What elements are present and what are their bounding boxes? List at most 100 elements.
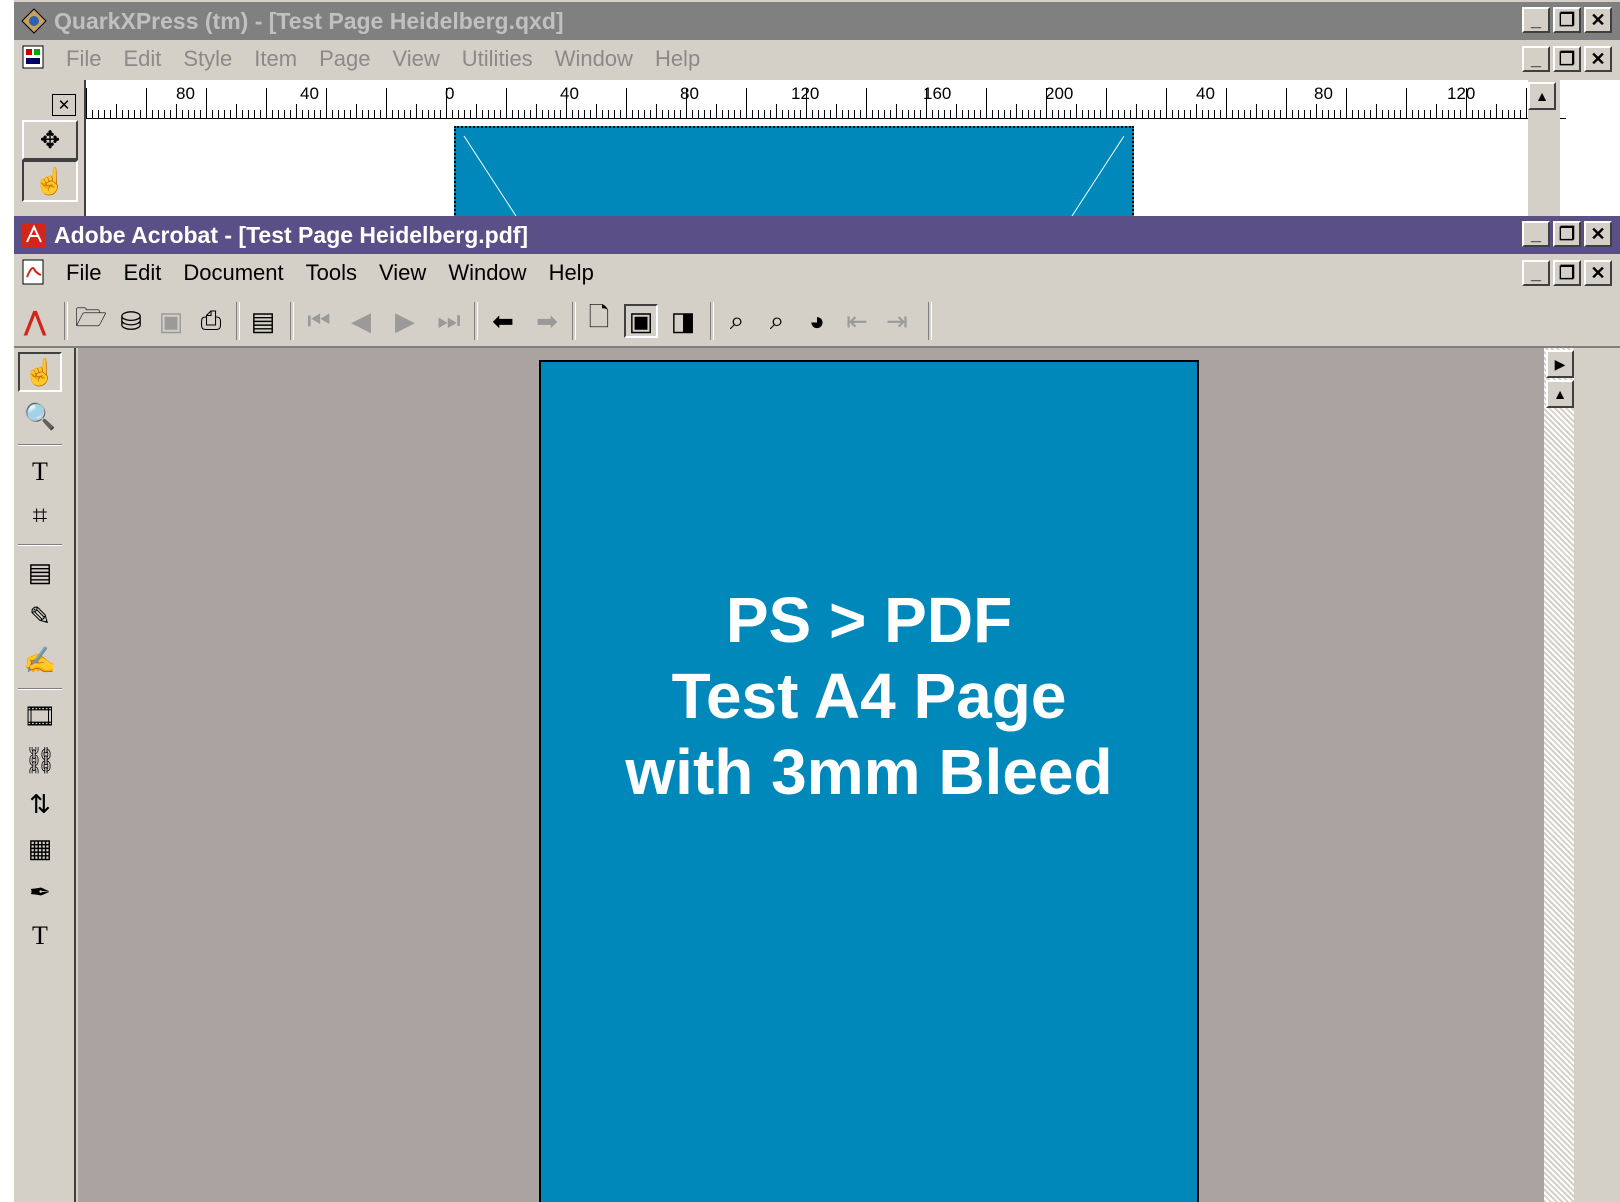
quark-app-icon[interactable] xyxy=(20,7,48,35)
quark-menu-file[interactable]: File xyxy=(66,46,101,72)
note-tool-icon[interactable]: ▤ xyxy=(18,552,62,592)
previous-highlight-icon[interactable]: ⇤ xyxy=(840,304,874,338)
acrobat-minimize-button[interactable]: _ xyxy=(1522,221,1550,247)
next-highlight-icon[interactable]: ⇥ xyxy=(880,304,914,338)
ruler-tick xyxy=(1292,110,1293,118)
doc-restore-button[interactable]: ❐ xyxy=(1553,46,1581,72)
acrobat-menu-window[interactable]: Window xyxy=(448,260,526,286)
ruler-tick xyxy=(374,110,375,118)
quark-scrollbar[interactable]: ▲ xyxy=(1528,80,1560,216)
ruler-tick xyxy=(1478,110,1479,118)
fit-width-icon[interactable]: ◨ xyxy=(666,304,700,338)
find-icon[interactable]: ⌕ xyxy=(720,304,754,338)
digital-signature-tool-icon[interactable]: ✒ xyxy=(18,872,62,912)
ruler-tick xyxy=(710,110,711,118)
zoom-tool-icon[interactable]: 🔍 xyxy=(18,396,62,436)
quark-menu-edit[interactable]: Edit xyxy=(123,46,161,72)
acrobat-menu-document[interactable]: Document xyxy=(183,260,283,286)
previous-page-icon[interactable]: ◀ xyxy=(344,304,378,338)
acrobat-app-icon[interactable] xyxy=(20,221,48,249)
doc-close-button[interactable]: ✕ xyxy=(1584,46,1612,72)
ruler-tick xyxy=(338,110,339,118)
toolbar-separator xyxy=(290,302,294,340)
acrobat-tool-palette: ☝ 🔍 T ⌗ ▤ ✎ ✍ 🎞 ⛓ ⇅ ▦ ✒ T xyxy=(14,348,76,1202)
link-tool-icon[interactable]: ⛓ xyxy=(18,740,62,780)
acrobat-doc-icon[interactable] xyxy=(22,259,50,287)
ruler-tick xyxy=(638,110,639,118)
acrobat-doc-minimize-button[interactable]: _ xyxy=(1522,260,1550,286)
acrobat-doc-restore-button[interactable]: ❐ xyxy=(1553,260,1581,286)
ruler-tick xyxy=(1190,110,1191,118)
quark-doc-icon[interactable] xyxy=(22,45,50,73)
item-tool-icon[interactable]: ✥ xyxy=(22,120,78,160)
ruler-tick xyxy=(128,110,129,118)
split-pane-arrow-icon[interactable]: ▶ xyxy=(1546,350,1574,378)
quark-title-bar[interactable]: QuarkXPress (tm) - [Test Page Heidelberg… xyxy=(14,2,1620,40)
acrobat-menu-view[interactable]: View xyxy=(379,260,426,286)
acrobat-window-controls: _ ❐ ✕ xyxy=(1522,221,1612,247)
movie-tool-icon[interactable]: 🎞 xyxy=(18,696,62,736)
article-tool-icon[interactable]: ⇅ xyxy=(18,784,62,824)
palette-close-icon[interactable]: ✕ xyxy=(52,94,76,116)
acrobat-close-button[interactable]: ✕ xyxy=(1584,221,1612,247)
quark-menu-help[interactable]: Help xyxy=(655,46,700,72)
ruler-tick xyxy=(188,110,189,118)
ruler-tick xyxy=(1196,104,1197,118)
ruler-tick xyxy=(740,110,741,118)
open-web-icon[interactable]: ⛁ xyxy=(114,304,148,338)
print-icon[interactable]: ⎙ xyxy=(194,304,228,338)
close-button[interactable]: ✕ xyxy=(1584,7,1612,33)
open-icon[interactable]: 🗁 xyxy=(74,302,108,338)
minimize-button[interactable]: _ xyxy=(1522,7,1550,33)
ruler-tick xyxy=(782,110,783,118)
form-tool-icon[interactable]: ▦ xyxy=(18,828,62,868)
ruler-tick xyxy=(896,104,897,118)
acrobat-logo-icon[interactable]: ⋀ xyxy=(18,304,52,338)
ruler-tick xyxy=(458,110,459,118)
acrobat-menu-help[interactable]: Help xyxy=(549,260,594,286)
acrobat-title-bar[interactable]: Adobe Acrobat - [Test Page Heidelberg.pd… xyxy=(14,216,1620,254)
acrobat-doc-close-button[interactable]: ✕ xyxy=(1584,260,1612,286)
restore-button[interactable]: ❐ xyxy=(1553,7,1581,33)
acrobat-restore-button[interactable]: ❐ xyxy=(1553,221,1581,247)
acrobat-vertical-scrollbar[interactable] xyxy=(1544,348,1574,1202)
quark-menu-window[interactable]: Window xyxy=(555,46,633,72)
pencil-tool-icon[interactable]: ✎ xyxy=(18,596,62,636)
fit-page-icon[interactable]: ▣ xyxy=(624,304,658,338)
last-page-icon[interactable]: ⏭ xyxy=(432,304,466,338)
highlight-tool-icon[interactable]: ✍ xyxy=(18,640,62,680)
ruler-tick xyxy=(1142,110,1143,118)
quark-scroll-up-icon[interactable]: ▲ xyxy=(1528,82,1556,110)
quark-menu-page[interactable]: Page xyxy=(319,46,370,72)
next-page-icon[interactable]: ▶ xyxy=(388,304,422,338)
desktop: QuarkXPress (tm) - [Test Page Heidelberg… xyxy=(14,0,1620,1202)
acrobat-menu-edit[interactable]: Edit xyxy=(123,260,161,286)
text-select-tool-icon[interactable]: T xyxy=(18,452,62,492)
show-navigation-pane-icon[interactable]: ▤ xyxy=(246,304,280,338)
search-icon[interactable]: ⌕ xyxy=(760,304,794,338)
ruler-tick xyxy=(110,110,111,118)
ruler-tick xyxy=(854,110,855,118)
hand-tool-icon[interactable]: ☝ xyxy=(18,352,62,392)
crop-tool-icon[interactable]: ⌗ xyxy=(18,496,62,536)
actual-size-icon[interactable]: 🗋 xyxy=(582,302,616,338)
quark-menu-item[interactable]: Item xyxy=(254,46,297,72)
quark-menu-utilities[interactable]: Utilities xyxy=(462,46,533,72)
go-back-icon[interactable]: ⬅ xyxy=(486,304,520,338)
quark-menu-view[interactable]: View xyxy=(392,46,439,72)
ruler-tick xyxy=(1076,104,1077,118)
scroll-up-icon[interactable]: ▲ xyxy=(1546,380,1574,408)
first-page-icon[interactable]: ⏮ xyxy=(302,304,336,338)
save-icon[interactable]: ▣ xyxy=(154,304,188,338)
search-results-icon[interactable]: ◕ xyxy=(800,304,834,338)
doc-minimize-button[interactable]: _ xyxy=(1522,46,1550,72)
quark-menu-style[interactable]: Style xyxy=(183,46,232,72)
content-hand-tool-icon[interactable]: ☝ xyxy=(22,160,78,202)
touchup-text-tool-icon[interactable]: T xyxy=(18,916,62,956)
ruler-tick xyxy=(998,110,999,118)
acrobat-menu-tools[interactable]: Tools xyxy=(306,260,357,286)
go-forward-icon[interactable]: ➡ xyxy=(530,304,564,338)
acrobat-document-view[interactable]: PS > PDF Test A4 Page with 3mm Bleed xyxy=(78,348,1544,1202)
toolbar-separator xyxy=(928,302,932,340)
acrobat-menu-file[interactable]: File xyxy=(66,260,101,286)
